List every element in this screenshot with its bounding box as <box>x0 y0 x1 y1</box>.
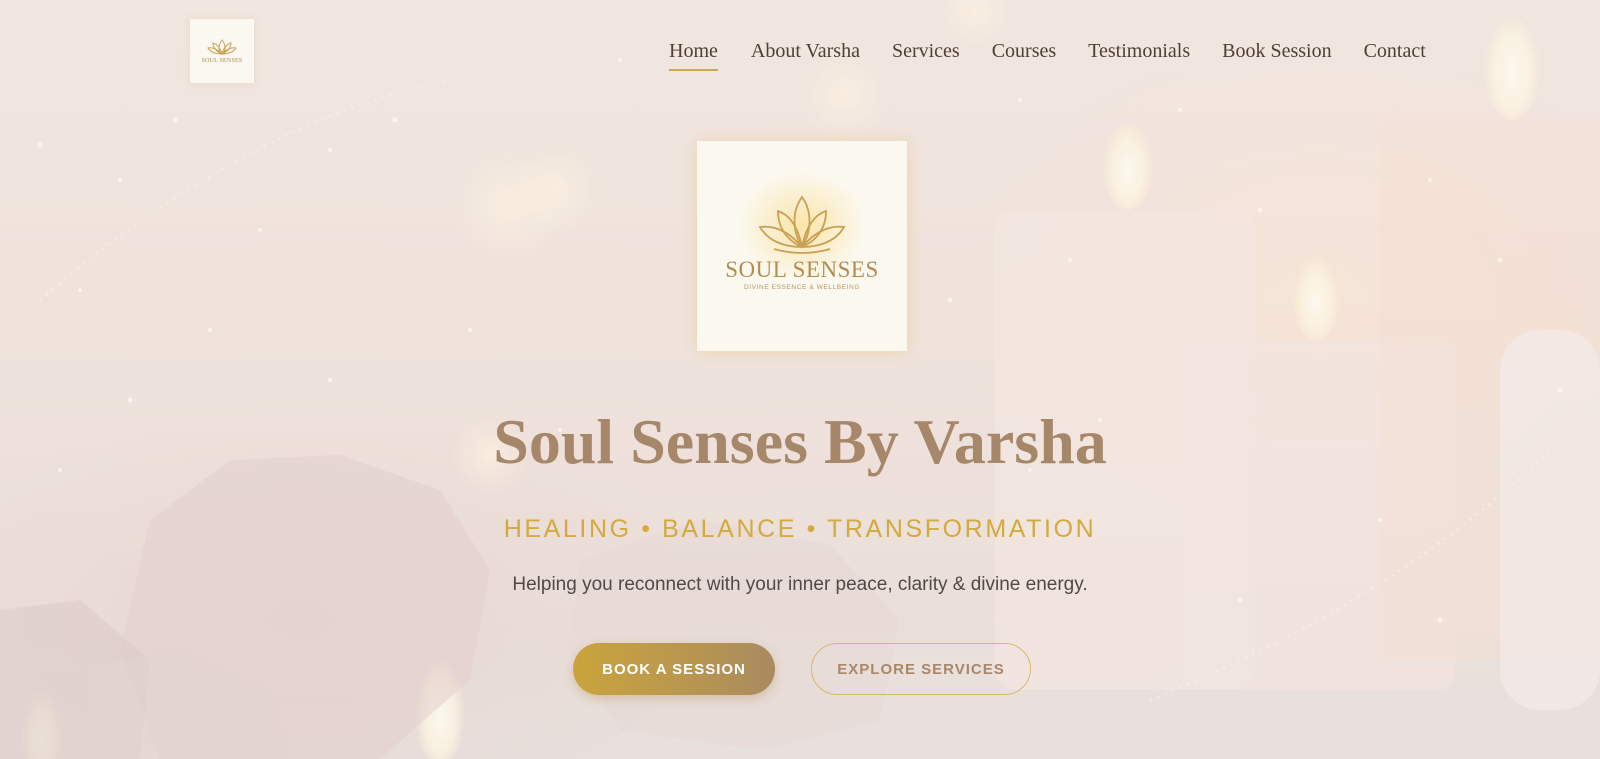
nav-item-services[interactable]: Services <box>892 40 960 71</box>
hero-logo: SOUL SENSES DIVINE ESSENCE & WELLBEING <box>697 141 907 351</box>
header-logo[interactable]: SOUL SENSES <box>190 19 254 83</box>
lotus-icon <box>207 39 237 55</box>
nav-item-testimonials[interactable]: Testimonials <box>1088 40 1190 71</box>
book-session-button[interactable]: BOOK A SESSION <box>573 643 775 695</box>
lotus-icon <box>758 195 846 254</box>
nav-item-contact[interactable]: Contact <box>1364 40 1426 71</box>
logo-brand-name: SOUL SENSES <box>725 257 879 282</box>
hero-tagline: HEALING • BALANCE • TRANSFORMATION <box>503 515 1097 543</box>
explore-services-button[interactable]: EXPLORE SERVICES <box>811 643 1031 695</box>
hero-background <box>0 0 1600 759</box>
logo-brand-tagline: DIVINE ESSENCE & WELLBEING <box>743 284 861 291</box>
hero-title: Soul Senses By Varsha <box>493 406 1107 477</box>
nav-item-about-varsha[interactable]: About Varsha <box>751 40 860 71</box>
hero-description: Helping you reconnect with your inner pe… <box>512 574 1088 595</box>
nav-item-courses[interactable]: Courses <box>992 40 1056 71</box>
main-nav: Home About Varsha Services Courses Testi… <box>669 40 1426 71</box>
nav-item-home[interactable]: Home <box>669 40 718 71</box>
header-logo-text: SOUL SENSES <box>201 58 243 64</box>
nav-item-book-session[interactable]: Book Session <box>1222 40 1331 71</box>
